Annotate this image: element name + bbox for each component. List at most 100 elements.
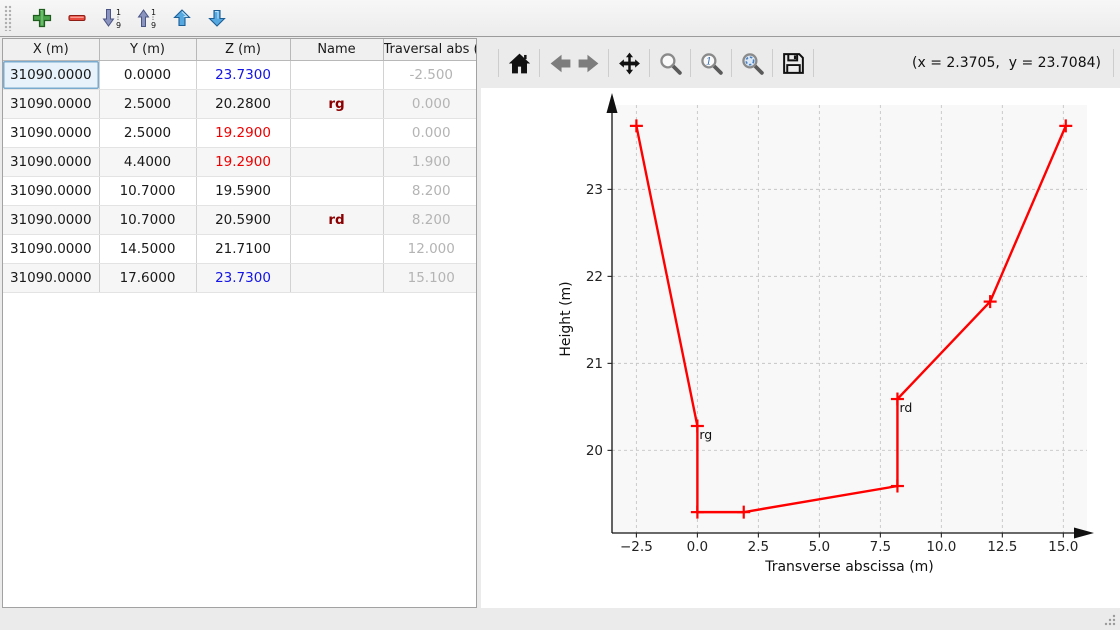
cell-x[interactable]: 31090.0000 <box>3 60 99 89</box>
points-table: X (m)Y (m)Z (m)NameTraversal abs (m) 310… <box>3 39 477 293</box>
sort-descending-button[interactable]: 19 <box>99 5 125 31</box>
cell-y[interactable]: 4.4000 <box>99 147 196 176</box>
toolbar-separator <box>608 49 609 77</box>
table-row: 31090.000010.700020.5900rd8.200 <box>3 205 477 234</box>
column-header-z[interactable]: Z (m) <box>196 39 290 60</box>
cell-x[interactable]: 31090.0000 <box>3 234 99 263</box>
cell-x[interactable]: 31090.0000 <box>3 263 99 292</box>
cell-traversal-abs[interactable]: 12.000 <box>383 234 477 263</box>
svg-text:1: 1 <box>705 56 711 67</box>
arrow-down-icon <box>206 7 228 29</box>
column-header-traversal[interactable]: Traversal abs (m) <box>383 39 477 60</box>
chart-panel: 1 (x = 2.3705, y = 23.7084) −2.50.02.55.… <box>481 38 1120 608</box>
cell-y[interactable]: 2.5000 <box>99 118 196 147</box>
cell-name[interactable] <box>290 147 383 176</box>
zoom-one-icon: 1 <box>699 51 724 76</box>
cell-y[interactable]: 10.7000 <box>99 176 196 205</box>
cell-name[interactable]: rg <box>290 89 383 118</box>
cell-y[interactable]: 10.7000 <box>99 205 196 234</box>
cell-z[interactable]: 19.2900 <box>196 118 290 147</box>
cursor-coordinates-readout: (x = 2.3705, y = 23.7084) <box>912 55 1107 71</box>
cross-section-plot[interactable]: −2.50.02.55.07.510.012.515.020212223Tran… <box>481 88 1120 608</box>
y-tick-label: 21 <box>586 356 603 372</box>
cell-z[interactable]: 19.2900 <box>196 147 290 176</box>
x-tick-label: 2.5 <box>748 539 769 555</box>
move-row-up-button[interactable] <box>169 5 195 31</box>
svg-text:9: 9 <box>116 21 121 29</box>
plot-toolbar: 1 (x = 2.3705, y = 23.7084) <box>481 38 1120 88</box>
table-row: 31090.00000.000023.7300 -2.500 <box>3 60 477 89</box>
toolbar-separator <box>1113 49 1114 77</box>
x-tick-label: 15.0 <box>1048 539 1078 555</box>
x-tick-label: 10.0 <box>926 539 956 555</box>
table-row: 31090.000010.700019.5900 8.200 <box>3 176 477 205</box>
forward-button[interactable] <box>574 49 602 77</box>
cell-x[interactable]: 31090.0000 <box>3 118 99 147</box>
column-header-x[interactable]: X (m) <box>3 39 99 60</box>
zoom-original-button[interactable]: 1 <box>697 49 725 77</box>
cell-name[interactable] <box>290 60 383 89</box>
cell-y[interactable]: 0.0000 <box>99 60 196 89</box>
back-button[interactable] <box>546 49 574 77</box>
column-header-name[interactable]: Name <box>290 39 383 60</box>
cell-x[interactable]: 31090.0000 <box>3 89 99 118</box>
cell-traversal-abs[interactable]: 0.000 <box>383 118 477 147</box>
zoom-button[interactable] <box>656 49 684 77</box>
table-row: 31090.000014.500021.7100 12.000 <box>3 234 477 263</box>
cell-name[interactable] <box>290 263 383 292</box>
point-annotation: rd <box>899 400 912 415</box>
cell-z[interactable]: 23.7300 <box>196 60 290 89</box>
toolbar-separator <box>731 49 732 77</box>
x-tick-label: 0.0 <box>687 539 708 555</box>
cell-z[interactable]: 23.7300 <box>196 263 290 292</box>
y-axis-arrow-icon <box>607 93 618 113</box>
table-row: 31090.00002.500020.2800rg0.000 <box>3 89 477 118</box>
table-row: 31090.00004.400019.2900 1.900 <box>3 147 477 176</box>
sort-numeric-down-icon: 19 <box>101 7 123 29</box>
cell-z[interactable]: 21.7100 <box>196 234 290 263</box>
cell-traversal-abs[interactable]: 8.200 <box>383 176 477 205</box>
cell-x[interactable]: 31090.0000 <box>3 205 99 234</box>
cell-name[interactable] <box>290 118 383 147</box>
cell-y[interactable]: 17.6000 <box>99 263 196 292</box>
remove-row-button[interactable] <box>64 5 90 31</box>
save-button[interactable] <box>779 49 807 77</box>
arrow-up-icon <box>171 7 193 29</box>
cell-x[interactable]: 31090.0000 <box>3 176 99 205</box>
cell-z[interactable]: 20.2800 <box>196 89 290 118</box>
cell-name[interactable]: rd <box>290 205 383 234</box>
column-header-y[interactable]: Y (m) <box>99 39 196 60</box>
cell-y[interactable]: 2.5000 <box>99 89 196 118</box>
plus-icon <box>31 7 53 29</box>
cell-traversal-abs[interactable]: 0.000 <box>383 89 477 118</box>
x-axis-label: Transverse abscissa (m) <box>764 559 934 575</box>
y-tick-label: 22 <box>586 269 603 285</box>
cell-x[interactable]: 31090.0000 <box>3 147 99 176</box>
cell-traversal-abs[interactable]: 15.100 <box>383 263 477 292</box>
resize-grip[interactable] <box>1103 613 1117 627</box>
plot-canvas[interactable]: −2.50.02.55.07.510.012.515.020212223Tran… <box>481 88 1120 608</box>
move-row-down-button[interactable] <box>204 5 230 31</box>
pan-button[interactable] <box>615 49 643 77</box>
cell-z[interactable]: 20.5900 <box>196 205 290 234</box>
status-strip <box>0 608 1120 630</box>
sort-ascending-button[interactable]: 19 <box>134 5 160 31</box>
home-button[interactable] <box>505 49 533 77</box>
x-tick-label: 12.5 <box>987 539 1017 555</box>
cell-y[interactable]: 14.5000 <box>99 234 196 263</box>
cell-traversal-abs[interactable]: -2.500 <box>383 60 477 89</box>
home-icon <box>507 51 532 76</box>
cell-traversal-abs[interactable]: 1.900 <box>383 147 477 176</box>
sort-numeric-up-icon: 19 <box>136 7 158 29</box>
toolbar-separator <box>690 49 691 77</box>
cell-z[interactable]: 19.5900 <box>196 176 290 205</box>
toolbar-grip-handle[interactable] <box>4 5 12 31</box>
cell-name[interactable] <box>290 234 383 263</box>
zoom-rect-button[interactable] <box>738 49 766 77</box>
zoom-rect-icon <box>740 51 765 76</box>
cell-name[interactable] <box>290 176 383 205</box>
back-icon <box>548 51 573 76</box>
cell-traversal-abs[interactable]: 8.200 <box>383 205 477 234</box>
toolbar-separator <box>772 49 773 77</box>
add-row-button[interactable] <box>29 5 55 31</box>
